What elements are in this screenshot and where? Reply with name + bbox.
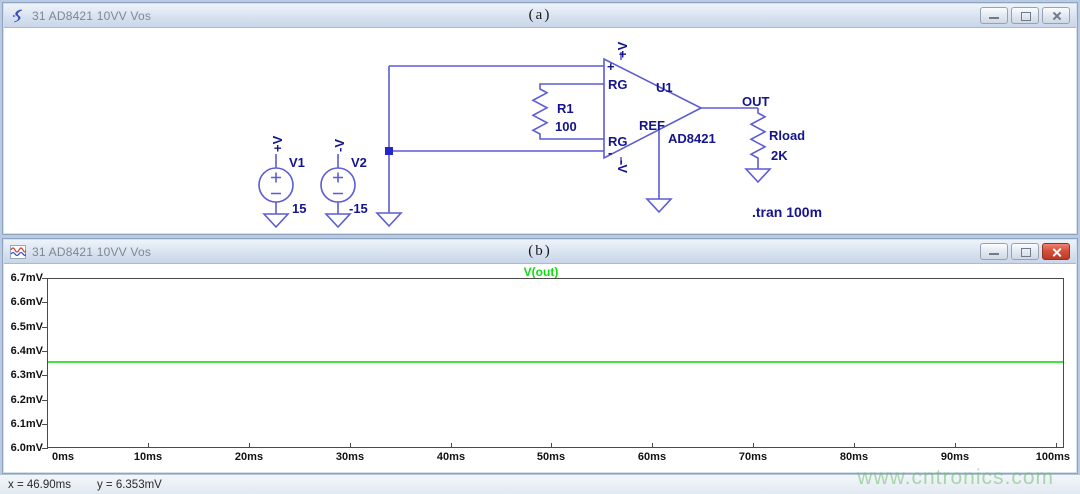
- cursor-x-readout: x = 46.90ms: [8, 479, 71, 491]
- x-tick-label: 100ms: [1010, 451, 1070, 463]
- v1-refdes: V1: [289, 155, 305, 170]
- opamp-part-number: AD8421: [668, 131, 716, 146]
- r1-refdes: R1: [557, 101, 574, 116]
- v1-net-flag: +V: [270, 135, 285, 152]
- v2-value: -15: [349, 201, 368, 216]
- opamp-supply-bottom-flag: -V: [615, 160, 630, 173]
- ground-symbol[interactable]: [746, 169, 770, 182]
- opamp-in-minus: -: [608, 145, 612, 160]
- ground-symbol[interactable]: [326, 202, 350, 227]
- y-tick-label: 6.3mV: [9, 369, 43, 381]
- voltage-source-v2[interactable]: [321, 154, 355, 202]
- wire-junction: [385, 147, 393, 155]
- figure-label-b: (b): [4, 243, 1076, 260]
- x-tick-label: 10ms: [118, 451, 178, 463]
- spice-directive[interactable]: .tran 100m: [752, 204, 822, 220]
- maximize-button[interactable]: [1011, 243, 1039, 260]
- x-tick-label: 40ms: [421, 451, 481, 463]
- opamp-in-plus: +: [607, 59, 615, 74]
- waveform-window: 31 AD8421 10VV Vos (b) V(out) 6.7mV 6.6m…: [2, 238, 1078, 474]
- trace-legend[interactable]: V(out): [9, 265, 1073, 279]
- opamp-supply-top-flag: +V: [615, 41, 630, 58]
- x-tick-label: 0ms: [47, 451, 91, 463]
- out-net-label: OUT: [742, 94, 770, 109]
- rload-value: 2K: [771, 148, 788, 163]
- schematic-window-titlebar[interactable]: 31 AD8421 10VV Vos (a): [4, 4, 1076, 28]
- y-tick-label: 6.6mV: [9, 296, 43, 308]
- x-tick-label: 70ms: [723, 451, 783, 463]
- ground-symbol[interactable]: [264, 202, 288, 227]
- opamp-refdes: U1: [656, 80, 673, 95]
- opamp-pin-ref: REF: [639, 118, 665, 133]
- x-tick-label: 80ms: [824, 451, 884, 463]
- ground-symbol[interactable]: [377, 213, 401, 226]
- x-tick-label: 90ms: [925, 451, 985, 463]
- minimize-button[interactable]: [980, 7, 1008, 24]
- v1-value: 15: [292, 201, 306, 216]
- r1-value: 100: [555, 119, 577, 134]
- rload-refdes: Rload: [769, 128, 805, 143]
- figure-label-a: (a): [4, 7, 1076, 24]
- y-tick-label: 6.7mV: [9, 272, 43, 284]
- y-tick-label: 6.0mV: [9, 442, 43, 454]
- cursor-y-readout: y = 6.353mV: [97, 479, 162, 491]
- schematic-canvas[interactable]: V1 15 +V V2 -15 -V R1 100 RG RG REF U1 A…: [4, 28, 1076, 233]
- y-tick-label: 6.4mV: [9, 345, 43, 357]
- vout-trace[interactable]: [48, 361, 1063, 363]
- x-tick-label: 30ms: [320, 451, 380, 463]
- schematic-window: 31 AD8421 10VV Vos (a): [2, 2, 1078, 235]
- x-tick-label: 20ms: [219, 451, 279, 463]
- y-tick-label: 6.5mV: [9, 321, 43, 333]
- close-button[interactable]: [1042, 243, 1070, 260]
- v2-net-flag: -V: [332, 139, 347, 152]
- y-tick-label: 6.1mV: [9, 418, 43, 430]
- resistor-rload[interactable]: [751, 108, 765, 169]
- maximize-button[interactable]: [1011, 7, 1039, 24]
- x-tick-label: 60ms: [622, 451, 682, 463]
- voltage-source-v1[interactable]: [259, 154, 293, 202]
- close-button[interactable]: [1042, 7, 1070, 24]
- status-bar: x = 46.90ms y = 6.353mV: [0, 474, 1080, 494]
- waveform-plot-area[interactable]: V(out) 6.7mV 6.6mV 6.5mV 6.4mV 6.3mV 6.2…: [9, 264, 1073, 472]
- minimize-button[interactable]: [980, 243, 1008, 260]
- v2-refdes: V2: [351, 155, 367, 170]
- opamp-pin-rg-top: RG: [608, 77, 628, 92]
- waveform-window-titlebar[interactable]: 31 AD8421 10VV Vos (b): [4, 240, 1076, 264]
- plot-frame: [47, 278, 1064, 448]
- x-tick-label: 50ms: [521, 451, 581, 463]
- y-tick-label: 6.2mV: [9, 394, 43, 406]
